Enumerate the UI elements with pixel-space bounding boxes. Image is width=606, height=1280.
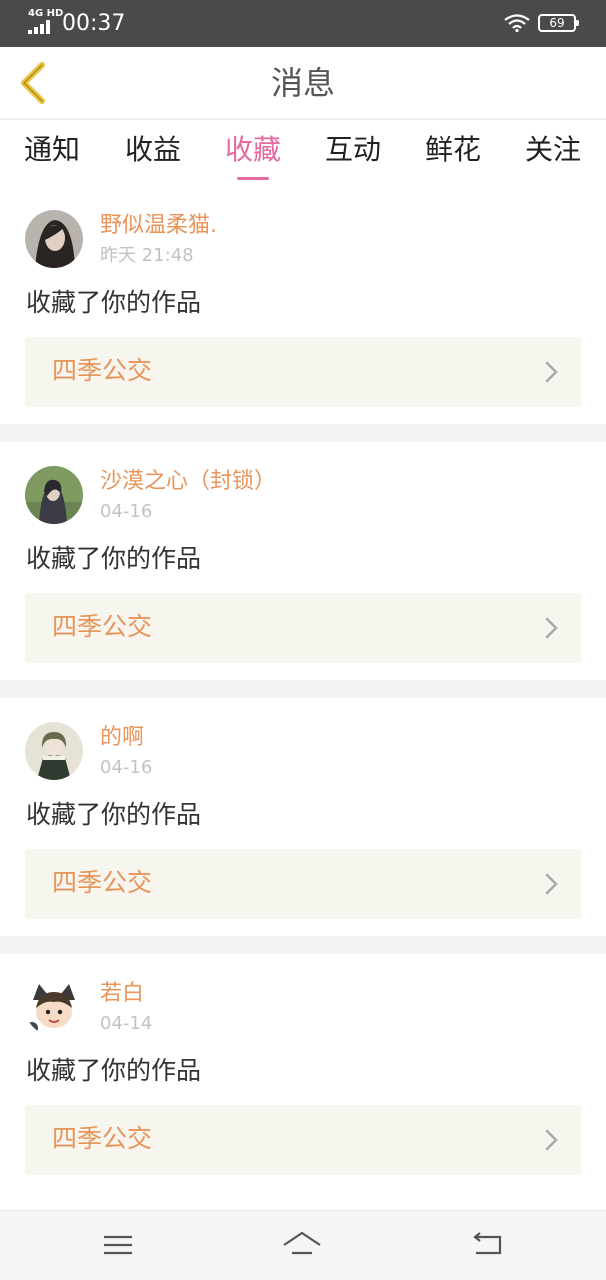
timestamp: 04-16 xyxy=(100,501,153,522)
tab-earnings[interactable]: 收益 xyxy=(108,130,198,170)
avatar[interactable] xyxy=(25,466,83,524)
work-link[interactable]: 四季公交 xyxy=(25,1105,581,1175)
work-link[interactable]: 四季公交 xyxy=(25,849,581,919)
nav-bar: 消息 xyxy=(0,47,606,120)
message-list: 野似温柔猫. 昨天 21:48 收藏了你的作品 四季公交 沙漠之心（封锁） 04… xyxy=(0,186,606,1192)
chevron-right-icon xyxy=(545,617,558,639)
tab-interactions[interactable]: 互动 xyxy=(308,130,398,170)
signal-icon xyxy=(28,20,50,34)
avatar[interactable] xyxy=(25,722,83,780)
work-link[interactable]: 四季公交 xyxy=(25,337,581,407)
tab-flowers[interactable]: 鲜花 xyxy=(408,130,498,170)
home-icon xyxy=(283,1231,321,1255)
timestamp: 昨天 21:48 xyxy=(100,245,194,266)
list-item: 若白 04-14 收藏了你的作品 四季公交 xyxy=(0,954,606,1192)
list-item: 沙漠之心（封锁） 04-16 收藏了你的作品 四季公交 xyxy=(0,442,606,680)
action-text: 收藏了你的作品 xyxy=(26,1056,202,1085)
work-title: 四季公交 xyxy=(52,612,153,641)
chevron-right-icon xyxy=(545,361,558,383)
work-title: 四季公交 xyxy=(52,868,153,897)
divider xyxy=(0,424,606,442)
divider xyxy=(0,936,606,954)
battery-indicator: 69 xyxy=(538,14,579,32)
work-link[interactable]: 四季公交 xyxy=(25,593,581,663)
back-button[interactable] xyxy=(12,59,60,107)
menu-icon xyxy=(104,1235,132,1255)
action-text: 收藏了你的作品 xyxy=(26,288,202,317)
tab-favorites[interactable]: 收藏 xyxy=(208,130,298,180)
tab-notifications[interactable]: 通知 xyxy=(7,130,97,170)
work-title: 四季公交 xyxy=(52,1124,153,1153)
chevron-right-icon xyxy=(545,1129,558,1151)
action-text: 收藏了你的作品 xyxy=(26,544,202,573)
chevron-right-icon xyxy=(545,873,558,895)
username[interactable]: 的啊 xyxy=(100,724,144,752)
tab-follows[interactable]: 关注 xyxy=(508,130,598,170)
username[interactable]: 沙漠之心（封锁） xyxy=(100,468,276,496)
chevron-left-icon xyxy=(21,62,45,104)
list-item: 的啊 04-16 收藏了你的作品 四季公交 xyxy=(0,698,606,936)
avatar[interactable] xyxy=(25,210,83,268)
clock: 00:37 xyxy=(62,11,126,36)
username[interactable]: 若白 xyxy=(100,980,144,1008)
avatar[interactable] xyxy=(25,978,83,1036)
network-indicator: 4G HD xyxy=(28,8,64,19)
tab-bar: 通知 收益 收藏 互动 鲜花 关注 xyxy=(0,122,606,186)
username[interactable]: 野似温柔猫. xyxy=(100,212,217,240)
list-item: 野似温柔猫. 昨天 21:48 收藏了你的作品 四季公交 xyxy=(0,186,606,424)
back-icon xyxy=(473,1232,502,1255)
timestamp: 04-14 xyxy=(100,1013,153,1034)
work-title: 四季公交 xyxy=(52,356,153,385)
action-text: 收藏了你的作品 xyxy=(26,800,202,829)
menu-button[interactable] xyxy=(98,1227,138,1263)
home-button[interactable] xyxy=(282,1227,322,1263)
page-title: 消息 xyxy=(270,64,335,102)
divider xyxy=(0,680,606,698)
timestamp: 04-16 xyxy=(100,757,153,778)
system-nav-bar xyxy=(0,1210,606,1280)
back-nav-button[interactable] xyxy=(466,1227,506,1263)
wifi-icon xyxy=(504,14,530,32)
status-bar: 4G HD 00:37 69 xyxy=(0,0,606,47)
